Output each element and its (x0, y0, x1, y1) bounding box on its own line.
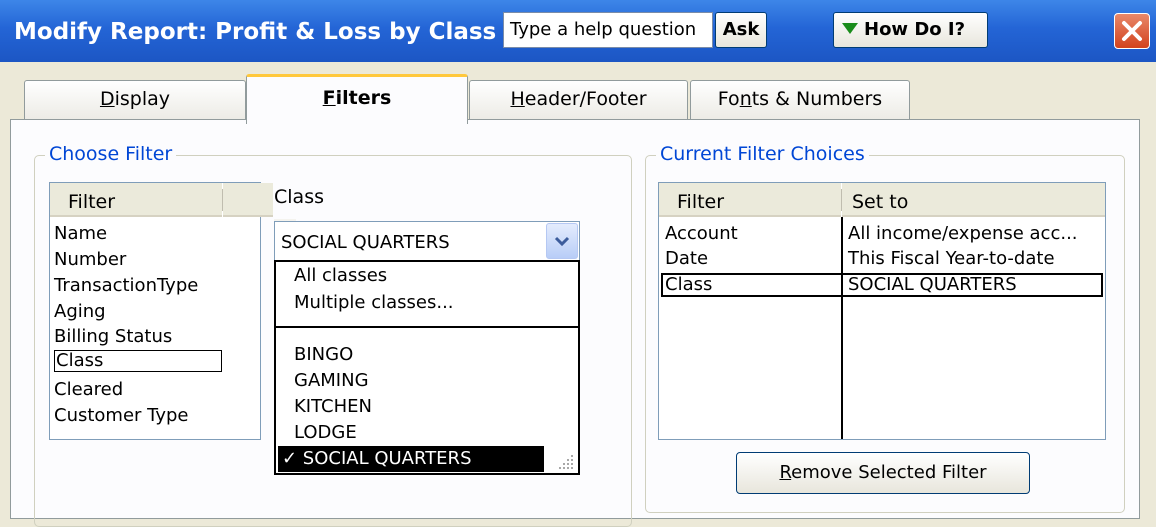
list-item[interactable]: Cleared (54, 379, 123, 401)
triangle-down-icon (842, 23, 858, 34)
tab-display-label: isplay (114, 88, 171, 110)
table-cell-set-to[interactable]: SOCIAL QUARTERS (848, 274, 1017, 296)
list-item[interactable]: Billing Status (54, 326, 172, 348)
tab-header-footer-mnemonic: H (510, 88, 525, 110)
list-item[interactable]: Number (54, 249, 126, 271)
dropdown-option-selected[interactable]: ✓ SOCIAL QUARTERS (278, 446, 544, 472)
tab-header-footer[interactable]: Header/Footer (469, 80, 688, 120)
close-button[interactable] (1114, 13, 1150, 49)
class-combobox[interactable]: SOCIAL QUARTERS (274, 221, 580, 261)
help-search-input[interactable]: Type a help question (503, 12, 713, 48)
dropdown-option[interactable]: LODGE (294, 422, 357, 444)
dropdown-option[interactable]: GAMING (294, 370, 369, 392)
dropdown-option[interactable]: BINGO (294, 344, 353, 366)
combobox-dropdown-button[interactable] (546, 223, 578, 259)
table-cell-filter[interactable]: Date (665, 248, 708, 270)
table-cell-set-to[interactable]: All income/expense acc... (848, 223, 1078, 245)
table-cell-filter[interactable]: Class (665, 274, 712, 296)
dropdown-divider (276, 326, 578, 328)
resize-grip-icon[interactable] (558, 454, 576, 472)
dropdown-option-all-classes[interactable]: All classes (294, 265, 387, 287)
list-item[interactable]: Name (54, 223, 107, 245)
dropdown-option-multiple-classes[interactable]: Multiple classes... (294, 292, 454, 314)
list-item[interactable]: Aging (54, 301, 106, 323)
list-item-selected[interactable]: Class (54, 350, 222, 372)
filter-list[interactable]: Filter Name Number TransactionType Aging… (49, 182, 296, 440)
tab-filters[interactable]: Filters (246, 74, 468, 124)
window-title: Modify Report: Profit & Loss by Class (14, 19, 497, 45)
filter-list-header: Filter (50, 183, 222, 217)
chevron-down-icon (554, 236, 570, 247)
tab-fonts-mnemonic: n (739, 88, 752, 110)
list-item[interactable]: TransactionType (54, 275, 198, 297)
how-do-i-button[interactable]: How Do I? (833, 12, 988, 48)
table-cell-set-to[interactable]: This Fiscal Year-to-date (848, 248, 1055, 270)
tab-fonts-label: ts & Numbers (751, 88, 883, 110)
how-do-i-label: How Do I? (864, 19, 966, 40)
close-icon (1122, 21, 1142, 41)
tab-filters-mnemonic: F (322, 87, 336, 109)
tab-filters-label: ilters (335, 87, 392, 109)
column-header-filter: Filter (659, 183, 841, 217)
table-cell-filter[interactable]: Account (665, 223, 738, 245)
remove-selected-filter-button[interactable]: Remove Selected Filter (736, 452, 1030, 494)
dropdown-option[interactable]: KITCHEN (294, 396, 372, 418)
class-combobox-value: SOCIAL QUARTERS (281, 232, 450, 253)
ask-button[interactable]: Ask (715, 12, 767, 48)
class-label: Class (274, 186, 324, 208)
column-line (841, 217, 843, 439)
choose-filter-legend: Choose Filter (45, 143, 177, 165)
tab-display[interactable]: Display (24, 80, 246, 120)
tab-header-footer-label: eader/Footer (524, 88, 647, 110)
tab-fonts-numbers[interactable]: Fonts & Numbers (690, 80, 910, 120)
remove-button-label: emove Selected Filter (791, 462, 987, 483)
column-header-set-to: Set to (842, 183, 1105, 217)
tab-fonts-label-pre: Fo (717, 88, 740, 110)
tab-display-mnemonic: D (99, 88, 115, 110)
class-dropdown-list[interactable]: All classes Multiple classes... BINGO GA… (274, 260, 580, 475)
filter-list-header-extra (223, 183, 273, 217)
remove-button-mnemonic: R (779, 462, 792, 483)
current-filters-table[interactable]: Filter Set to Account All income/expense… (658, 182, 1106, 440)
title-bar: Modify Report: Profit & Loss by Class Ty… (0, 0, 1156, 62)
list-item[interactable]: Customer Type (54, 405, 189, 427)
current-filter-choices-legend: Current Filter Choices (656, 143, 869, 165)
